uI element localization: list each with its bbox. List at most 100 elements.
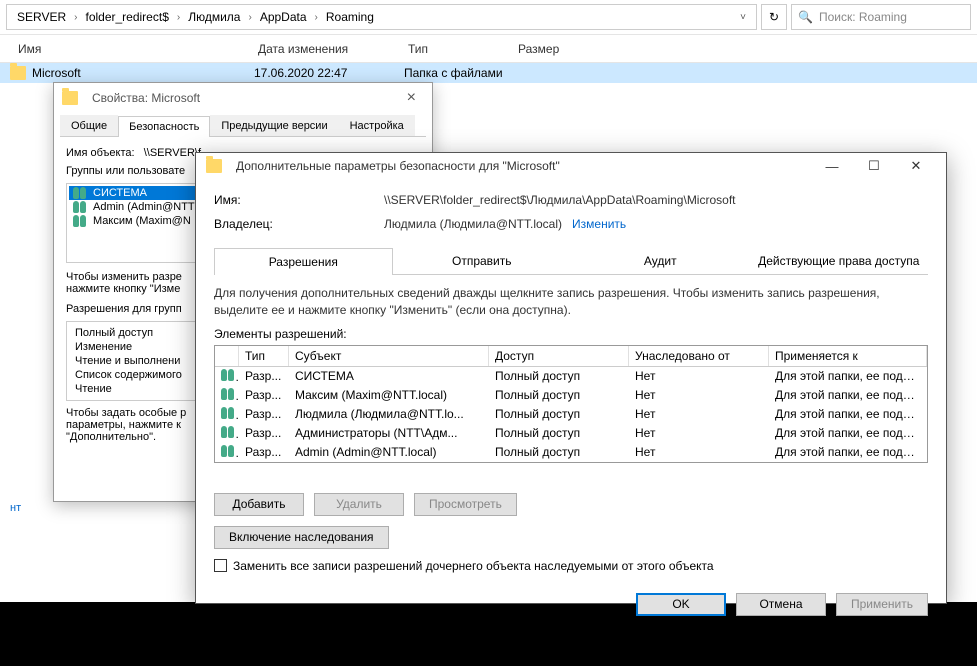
col-access[interactable]: Доступ [489, 346, 629, 366]
dialog-title: Дополнительные параметры безопасности дл… [236, 159, 804, 173]
allow-icon [221, 407, 235, 419]
enable-inheritance-button[interactable]: Включение наследования [214, 526, 389, 549]
cancel-button[interactable]: Отмена [736, 593, 826, 616]
chevron-right-icon: › [248, 12, 251, 23]
owner-value: Людмила (Людмила@NTT.local) [384, 217, 562, 231]
chevron-right-icon: › [315, 12, 318, 23]
folder-icon [10, 66, 26, 80]
tab-audit[interactable]: Аудит [571, 247, 750, 274]
crumb[interactable]: AppData [256, 8, 311, 26]
cell-type: Разр... [239, 406, 289, 422]
tab-general[interactable]: Общие [60, 115, 118, 136]
object-name-value: \\SERVER\f [144, 147, 201, 159]
dialog-titlebar[interactable]: Свойства: Microsoft × [54, 83, 432, 113]
cell-subject: Людмила (Людмила@NTT.lo... [289, 406, 489, 422]
allow-icon [221, 445, 235, 457]
dialog-title: Свойства: Microsoft [92, 91, 391, 105]
table-header: Тип Субъект Доступ Унаследовано от Приме… [215, 346, 927, 367]
apply-button[interactable]: Применить [836, 593, 928, 616]
dialog-titlebar[interactable]: Дополнительные параметры безопасности дл… [196, 153, 946, 179]
explorer-toolbar: SERVER › folder_redirect$ › Людмила › Ap… [0, 0, 977, 35]
change-owner-link[interactable]: Изменить [572, 217, 626, 231]
cell-type: Разр... [239, 387, 289, 403]
cell-applies: Для этой папки, ее подпапок ... [769, 406, 927, 422]
cell-inherited: Нет [629, 368, 769, 384]
col-type[interactable]: Тип [239, 346, 289, 366]
tab-share[interactable]: Отправить [393, 247, 572, 274]
elements-label: Элементы разрешений: [214, 327, 928, 341]
cell-applies: Для этой папки, ее подпапок ... [769, 368, 927, 384]
tab-security[interactable]: Безопасность [118, 116, 210, 137]
tab-permissions[interactable]: Разрешения [214, 248, 393, 275]
minimize-button[interactable]: — [812, 153, 852, 179]
permissions-table: Тип Субъект Доступ Унаследовано от Приме… [214, 345, 928, 463]
cell-inherited: Нет [629, 425, 769, 441]
col-name[interactable]: Имя [10, 38, 250, 60]
cell-access: Полный доступ [489, 387, 629, 403]
cell-access: Полный доступ [489, 425, 629, 441]
search-icon: 🔍 [798, 10, 813, 24]
maximize-button[interactable]: ☐ [854, 153, 894, 179]
chevron-right-icon: › [74, 12, 77, 23]
cell-access: Полный доступ [489, 368, 629, 384]
search-placeholder: Поиск: Roaming [819, 10, 907, 24]
table-row[interactable]: Разр...Admin (Admin@NTT.local)Полный дос… [215, 443, 927, 462]
table-row[interactable]: Разр...СИСТЕМАПолный доступНетДля этой п… [215, 367, 927, 386]
view-button[interactable]: Просмотреть [414, 493, 517, 516]
file-name: Microsoft [32, 66, 254, 80]
close-icon[interactable]: × [399, 89, 424, 107]
file-date: 17.06.2020 22:47 [254, 66, 404, 80]
user-icon [73, 215, 87, 227]
table-row[interactable]: Разр...Максим (Maxim@NTT.local)Полный до… [215, 386, 927, 405]
owner-label: Владелец: [214, 217, 384, 231]
cell-type: Разр... [239, 425, 289, 441]
user-icon [73, 201, 87, 213]
properties-tabs: Общие Безопасность Предыдущие версии Нас… [60, 115, 426, 137]
refresh-button[interactable]: ↻ [761, 4, 787, 30]
breadcrumb[interactable]: SERVER › folder_redirect$ › Людмила › Ap… [6, 4, 757, 30]
dialog-footer: OK Отмена Применить [196, 583, 946, 628]
object-name-label: Имя объекта: [66, 147, 135, 159]
explorer-column-headers: Имя Дата изменения Тип Размер [0, 35, 977, 63]
cell-inherited: Нет [629, 406, 769, 422]
name-value: \\SERVER\folder_redirect$\Людмила\AppDat… [384, 193, 736, 207]
crumb[interactable]: folder_redirect$ [81, 8, 172, 26]
users-icon [73, 187, 87, 199]
hint-text: Для получения дополнительных сведений дв… [214, 285, 928, 319]
search-input[interactable]: 🔍 Поиск: Roaming [791, 4, 971, 30]
cell-subject: СИСТЕМА [289, 368, 489, 384]
ok-button[interactable]: OK [636, 593, 726, 616]
replace-checkbox-label: Заменить все записи разрешений дочернего… [233, 559, 714, 573]
cell-applies: Для этой папки, ее подпапок ... [769, 444, 927, 460]
add-button[interactable]: Добавить [214, 493, 304, 516]
col-date[interactable]: Дата изменения [250, 38, 400, 60]
allow-icon [221, 369, 235, 381]
col-type[interactable]: Тип [400, 38, 510, 60]
file-type: Папка с файлами [404, 66, 514, 80]
cell-subject: Admin (Admin@NTT.local) [289, 444, 489, 460]
crumb[interactable]: Людмила [184, 8, 244, 26]
col-size[interactable]: Размер [510, 38, 590, 60]
table-row[interactable]: Разр...Людмила (Людмила@NTT.lo...Полный … [215, 405, 927, 424]
tab-previous[interactable]: Предыдущие версии [210, 115, 338, 136]
cell-inherited: Нет [629, 387, 769, 403]
link[interactable]: нт [10, 502, 21, 514]
file-row[interactable]: Microsoft 17.06.2020 22:47 Папка с файла… [0, 63, 977, 83]
crumb[interactable]: SERVER [13, 8, 70, 26]
tab-effective[interactable]: Действующие права доступа [750, 247, 929, 274]
cell-type: Разр... [239, 368, 289, 384]
col-inherited[interactable]: Унаследовано от [629, 346, 769, 366]
table-row[interactable]: Разр...Администраторы (NTT\Адм...Полный … [215, 424, 927, 443]
col-applies[interactable]: Применяется к [769, 346, 927, 366]
chevron-down-icon[interactable]: ˅ [736, 12, 750, 23]
col-subject[interactable]: Субъект [289, 346, 489, 366]
replace-checkbox[interactable] [214, 559, 227, 572]
remove-button[interactable]: Удалить [314, 493, 404, 516]
close-button[interactable]: ✕ [896, 153, 936, 179]
cell-inherited: Нет [629, 444, 769, 460]
cell-access: Полный доступ [489, 406, 629, 422]
cell-subject: Администраторы (NTT\Адм... [289, 425, 489, 441]
name-label: Имя: [214, 193, 384, 207]
crumb[interactable]: Roaming [322, 8, 378, 26]
tab-customize[interactable]: Настройка [339, 115, 415, 136]
